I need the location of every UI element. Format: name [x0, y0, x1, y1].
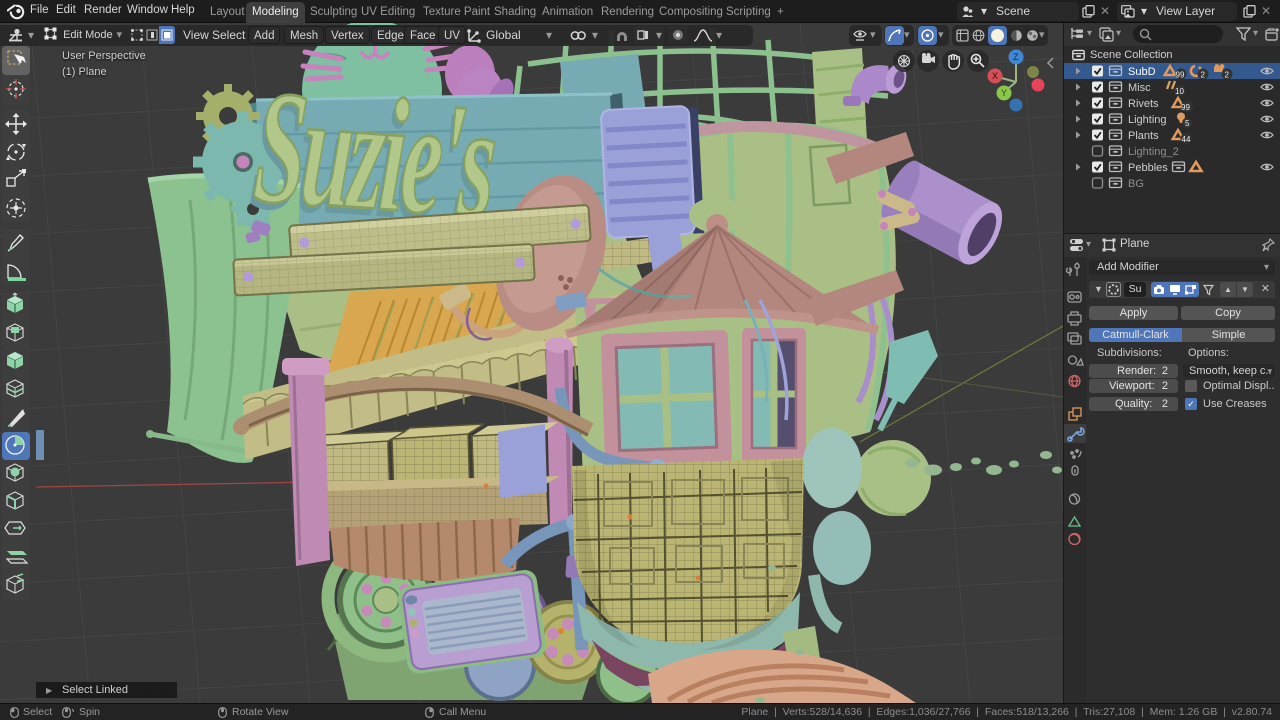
svg-text:99: 99 — [1176, 71, 1185, 80]
svg-text:Y: Y — [1001, 88, 1007, 98]
svg-text:Lighting_2: Lighting_2 — [1128, 146, 1179, 158]
svg-text:2: 2 — [1201, 71, 1206, 80]
svg-text:2: 2 — [1225, 71, 1230, 80]
svg-text:SubD: SubD — [1128, 66, 1156, 78]
svg-text:10: 10 — [1175, 87, 1184, 96]
svg-text:BG: BG — [1128, 178, 1144, 190]
svg-text:44: 44 — [1182, 135, 1191, 144]
svg-text:Plants: Plants — [1128, 130, 1159, 142]
svg-text:Lighting: Lighting — [1128, 114, 1167, 126]
svg-text:X: X — [992, 71, 998, 81]
svg-text:Z: Z — [1013, 52, 1019, 62]
svg-text:Rivets: Rivets — [1128, 98, 1159, 110]
svg-text:99: 99 — [1181, 103, 1190, 112]
svg-text:5: 5 — [1185, 119, 1190, 128]
svg-text:Pebbles: Pebbles — [1128, 162, 1168, 174]
svg-text:Misc: Misc — [1128, 82, 1151, 94]
